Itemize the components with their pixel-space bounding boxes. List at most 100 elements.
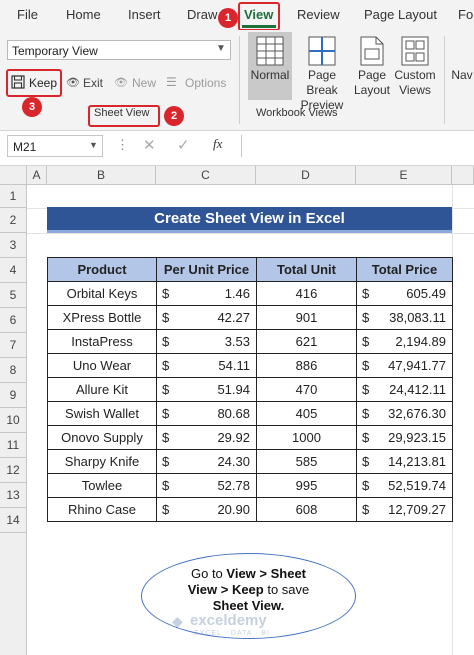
menu-insert[interactable]: Insert (128, 7, 161, 22)
name-box[interactable]: M21 ▼ (7, 135, 103, 157)
product-name: Swish Wallet (65, 406, 139, 421)
row-header[interactable]: 12 (0, 458, 27, 483)
row-header[interactable]: 10 (0, 408, 27, 433)
table-row: Uno Wear $54.11 886 $47,941.77 (47, 353, 453, 378)
cell-unit-price[interactable]: $51.94 (156, 377, 257, 402)
row-header[interactable]: 6 (0, 308, 27, 333)
page-label-1: Page (357, 68, 387, 82)
currency-symbol: $ (162, 478, 170, 493)
row-header[interactable]: 3 (0, 233, 27, 258)
row-header[interactable]: 8 (0, 358, 27, 383)
row-header[interactable]: 9 (0, 383, 27, 408)
keep-highlight (6, 69, 62, 97)
column-header-b[interactable]: B (47, 166, 156, 185)
header-unit-price: Per Unit Price (156, 257, 257, 282)
cell-total-price[interactable]: $29,923.15 (356, 425, 453, 450)
currency-symbol: $ (362, 358, 370, 373)
cell-total-unit[interactable]: 886 (256, 353, 357, 378)
page-break-preview-button[interactable]: Page Break Preview (293, 32, 351, 112)
cell-product[interactable]: Rhino Case (47, 497, 157, 522)
callout-text-5: Sheet View. (212, 598, 285, 613)
cell-product[interactable]: Orbital Keys (47, 281, 157, 306)
cell-product[interactable]: InstaPress (47, 329, 157, 354)
normal-view-button[interactable]: Normal (248, 32, 292, 100)
cancel-icon[interactable]: ✕ (143, 136, 156, 154)
row-header[interactable]: 1 (0, 185, 27, 208)
cell-total-unit[interactable]: 901 (256, 305, 357, 330)
sheet-view-group-label: Sheet View (94, 107, 150, 119)
cell-total-unit[interactable]: 608 (256, 497, 357, 522)
select-all-corner[interactable] (0, 166, 27, 185)
cell-total-price[interactable]: $38,083.11 (356, 305, 453, 330)
row-header[interactable]: 11 (0, 433, 27, 458)
column-header-f[interactable] (452, 166, 474, 185)
cell-total-price[interactable]: $14,213.81 (356, 449, 453, 474)
cell-total-price[interactable]: $24,412.11 (356, 377, 453, 402)
menu-file[interactable]: File (17, 7, 38, 22)
total-unit-value: 585 (295, 454, 318, 469)
cell-unit-price[interactable]: $1.46 (156, 281, 257, 306)
cell-total-unit[interactable]: 405 (256, 401, 357, 426)
cell-product[interactable]: Swish Wallet (47, 401, 157, 426)
callout-text: Go to View > Sheet View > Keep to save S… (141, 566, 356, 614)
cell-total-price[interactable]: $605.49 (356, 281, 453, 306)
menu-page-layout[interactable]: Page Layout (364, 7, 437, 22)
menu-review[interactable]: Review (297, 7, 340, 22)
total-price-value: 47,941.77 (388, 358, 446, 373)
cell-total-unit[interactable]: 621 (256, 329, 357, 354)
cell-unit-price[interactable]: $3.53 (156, 329, 257, 354)
cell-total-unit[interactable]: 1000 (256, 425, 357, 450)
callout-text-1: Go to (190, 566, 227, 581)
cell-total-price[interactable]: $2,194.89 (356, 329, 453, 354)
cell-unit-price[interactable]: $52.78 (156, 473, 257, 498)
cell-unit-price[interactable]: $80.68 (156, 401, 257, 426)
menu-formulas[interactable]: Fo (458, 7, 473, 22)
unit-price-value: 51.94 (217, 382, 250, 397)
options-button[interactable]: ☰ Options (166, 73, 230, 93)
column-header-c[interactable]: C (156, 166, 256, 185)
menu-home[interactable]: Home (66, 7, 101, 22)
cell-unit-price[interactable]: $29.92 (156, 425, 257, 450)
column-header-e[interactable]: E (356, 166, 452, 185)
exit-button[interactable]: 👁 Exit (66, 73, 106, 93)
row-header[interactable]: 2 (0, 208, 27, 233)
navigation-button[interactable]: Nav (450, 32, 474, 100)
table-row: Orbital Keys $1.46 416 $605.49 (47, 281, 453, 306)
column-header-d[interactable]: D (256, 166, 356, 185)
cell-total-unit[interactable]: 585 (256, 449, 357, 474)
row-header[interactable]: 14 (0, 508, 27, 533)
cell-total-price[interactable]: $12,709.27 (356, 497, 453, 522)
row-header[interactable]: 4 (0, 258, 27, 283)
formula-input[interactable] (241, 135, 474, 157)
function-icon[interactable]: fx (213, 136, 222, 152)
menu-draw[interactable]: Draw (187, 7, 217, 22)
new-label: New (132, 76, 157, 90)
enter-check-icon[interactable]: ✓ (177, 136, 190, 154)
cell-total-price[interactable]: $52,519.74 (356, 473, 453, 498)
cell-product[interactable]: Sharpy Knife (47, 449, 157, 474)
cell-total-unit[interactable]: 995 (256, 473, 357, 498)
cell-total-unit[interactable]: 470 (256, 377, 357, 402)
table-row: Sharpy Knife $24.30 585 $14,213.81 (47, 449, 453, 474)
column-header-a[interactable]: A (27, 166, 47, 185)
cell-total-price[interactable]: $32,676.30 (356, 401, 453, 426)
custom-views-button[interactable]: Custom Views (393, 32, 437, 100)
cell-unit-price[interactable]: $54.11 (156, 353, 257, 378)
total-price-value: 24,412.11 (389, 382, 446, 397)
sheet-view-dropdown[interactable]: Temporary View ▼ (7, 40, 231, 60)
page-layout-button[interactable]: Page Layout (352, 32, 392, 100)
cell-unit-price[interactable]: $20.90 (156, 497, 257, 522)
cell-product[interactable]: Towlee (47, 473, 157, 498)
row-header[interactable]: 7 (0, 333, 27, 358)
cell-total-unit[interactable]: 416 (256, 281, 357, 306)
row-header[interactable]: 13 (0, 483, 27, 508)
row-header[interactable]: 5 (0, 283, 27, 308)
cell-product[interactable]: Onovo Supply (47, 425, 157, 450)
cell-unit-price[interactable]: $42.27 (156, 305, 257, 330)
cell-unit-price[interactable]: $24.30 (156, 449, 257, 474)
cell-product[interactable]: XPress Bottle (47, 305, 157, 330)
new-button[interactable]: 👁 New (114, 73, 158, 93)
cell-total-price[interactable]: $47,941.77 (356, 353, 453, 378)
cell-product[interactable]: Allure Kit (47, 377, 157, 402)
cell-product[interactable]: Uno Wear (47, 353, 157, 378)
